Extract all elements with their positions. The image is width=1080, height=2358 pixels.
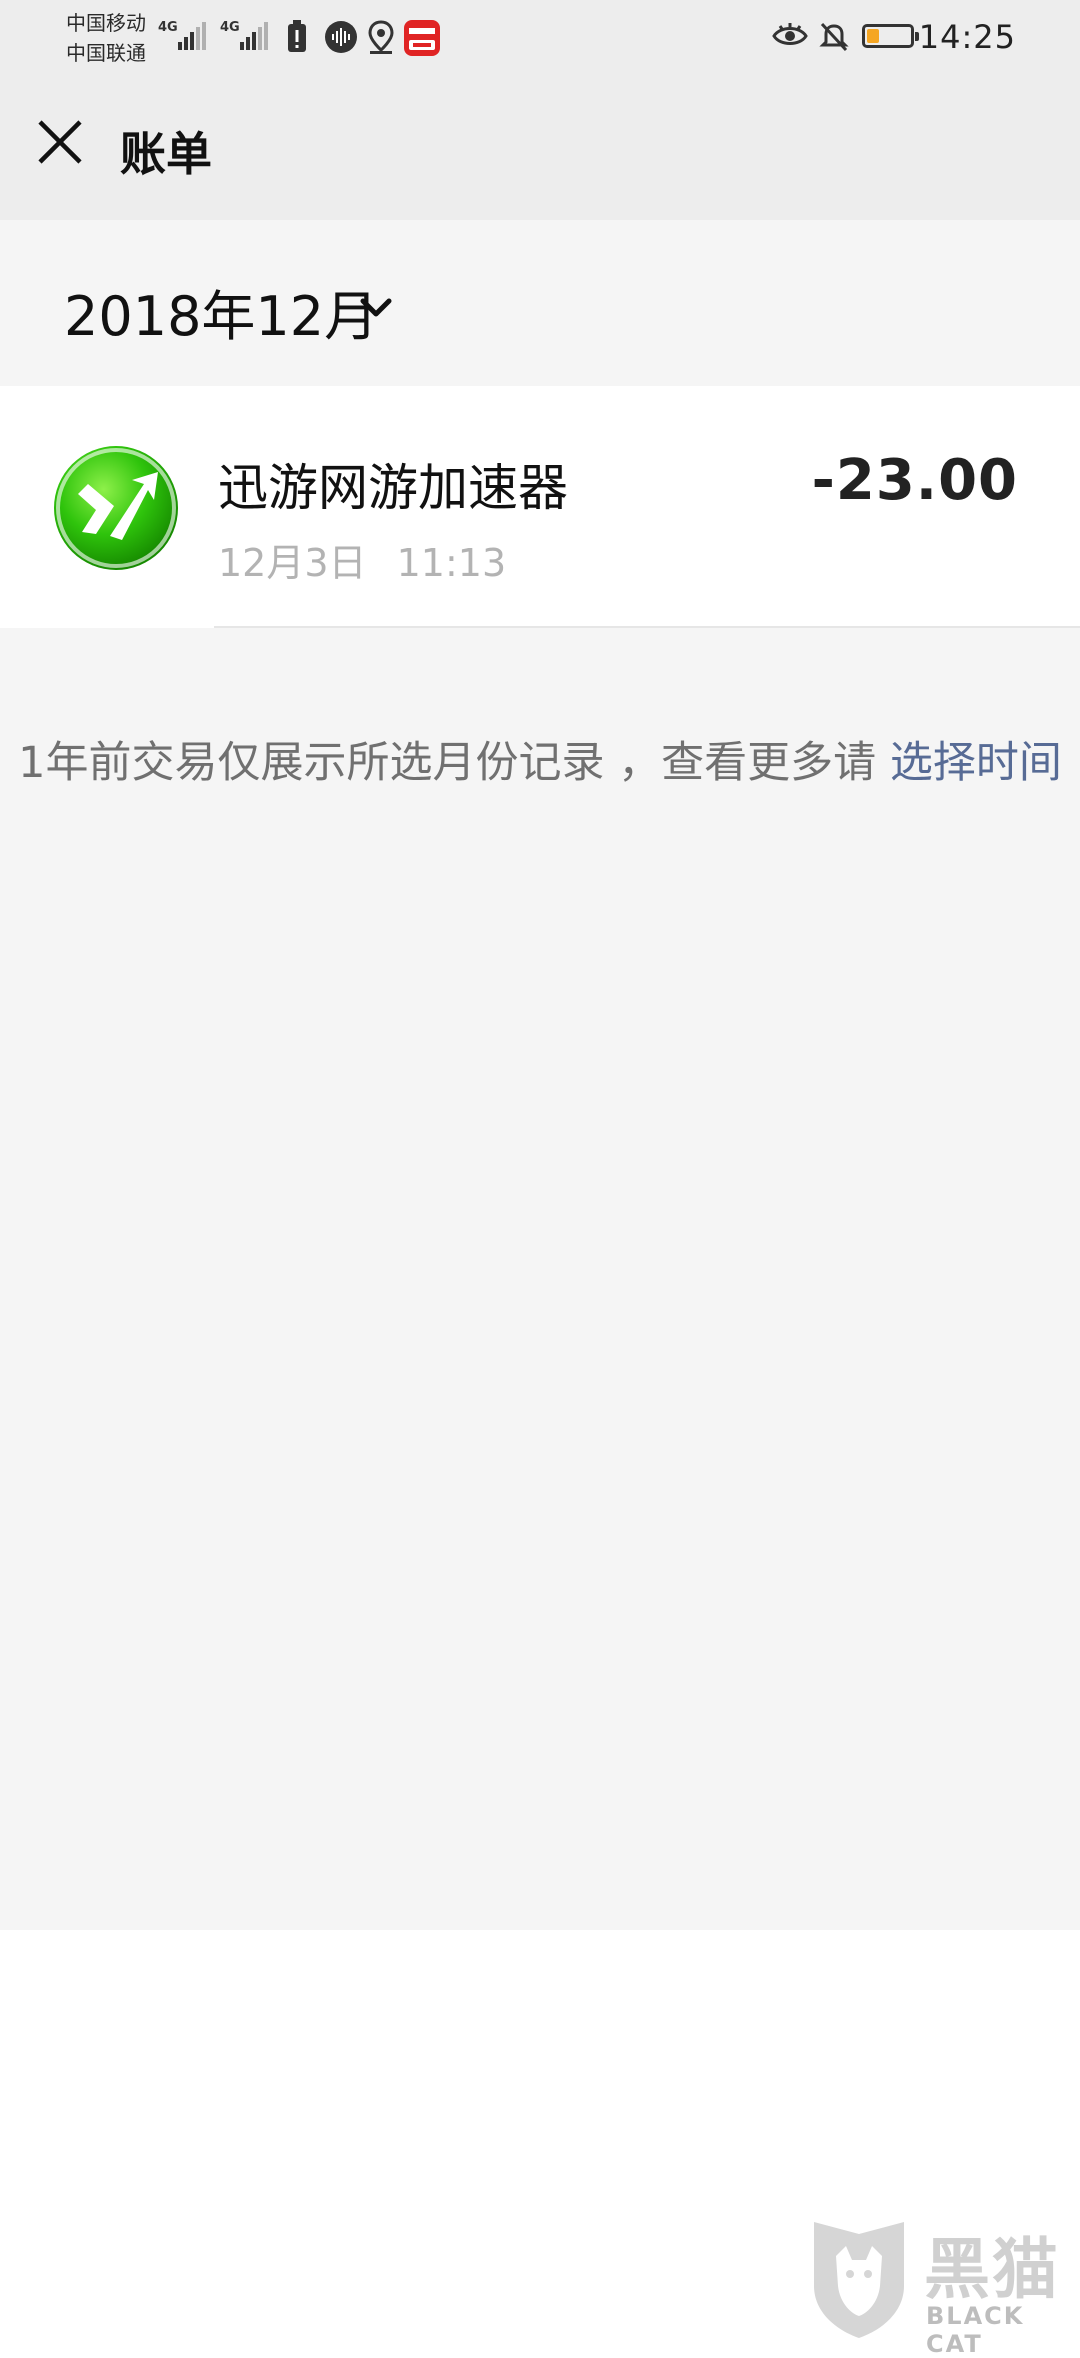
nav-bar: 账单	[0, 76, 1080, 220]
carrier-1: 中国移动	[66, 11, 146, 35]
audio-icon	[325, 21, 357, 53]
transaction-row[interactable]: 迅游网游加速器 12月3日 11:13 -23.00	[0, 386, 1080, 628]
close-icon[interactable]	[24, 106, 96, 178]
carrier-labels: 中国移动 中国联通	[66, 8, 146, 68]
watermark-title: 黑猫	[924, 2231, 1060, 2308]
black-cat-watermark: 黑猫 BLACK CAT	[806, 2216, 1080, 2358]
app-notification-icon	[404, 20, 440, 56]
bell-muted-icon	[819, 22, 849, 52]
chevron-down-icon	[360, 298, 392, 317]
location-icon	[368, 20, 394, 54]
eye-comfort-icon	[772, 23, 808, 45]
battery-icon	[862, 24, 919, 48]
page-title: 账单	[120, 127, 212, 181]
battery-level	[867, 29, 879, 43]
notice-text: 1年前交易仅展示所选月份记录 ，查看更多请	[18, 738, 877, 788]
xunyou-app-icon	[54, 446, 178, 570]
history-notice: 1年前交易仅展示所选月份记录 ，查看更多请 选择时间	[10, 728, 1070, 798]
alert-icon	[288, 20, 306, 52]
month-selector[interactable]: 2018年12月	[0, 220, 1080, 386]
transaction-date: 12月3日 11:13	[218, 541, 507, 585]
select-time-link[interactable]: 选择时间	[890, 738, 1062, 788]
carrier-2: 中国联通	[66, 41, 146, 65]
cat-shield-icon	[814, 2222, 904, 2338]
transaction-name: 迅游网游加速器	[218, 459, 568, 517]
transaction-amount: -23.00	[811, 448, 1018, 513]
month-label: 2018年12月	[64, 285, 379, 348]
status-time: 14:25	[918, 18, 1016, 56]
status-bar: 中国移动 中国联通 4G 4G 14:25	[0, 0, 1080, 76]
content-area: 1年前交易仅展示所选月份记录 ，查看更多请 选择时间	[0, 628, 1080, 1930]
watermark-subtitle: BLACK CAT	[926, 2302, 1025, 2358]
